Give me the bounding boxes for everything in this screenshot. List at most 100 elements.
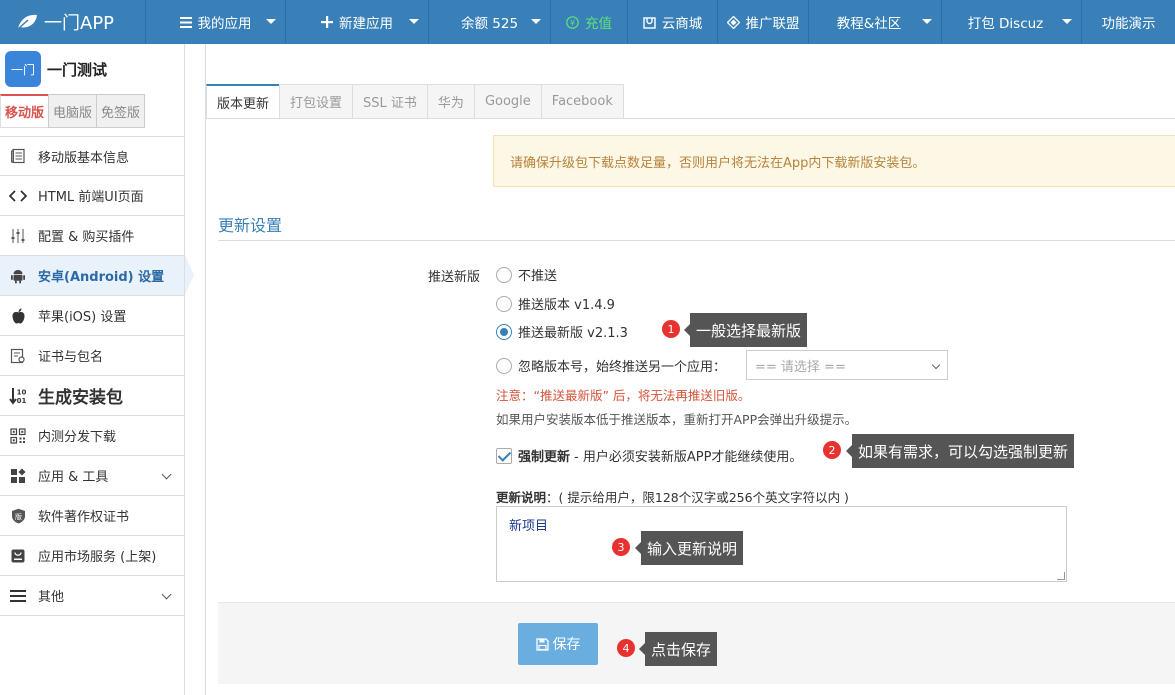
- sidebar-item-label: 苹果(iOS) 设置: [38, 310, 127, 325]
- sidebar-item-label: 安卓(Android) 设置: [38, 270, 165, 285]
- annotation-tooltip-2: 如果有需求，可以勾选强制更新: [845, 434, 1075, 468]
- chevron-down-icon: [161, 469, 172, 480]
- force-update-checkbox[interactable]: [496, 447, 512, 464]
- chevron-down-icon: [922, 19, 932, 24]
- sidebar-item-beta-distribution[interactable]: 内测分发下载: [0, 416, 184, 456]
- sidebar-item-label: 生成安装包: [38, 388, 123, 408]
- settings-tabs: 版本更新 打包设置 SSL 证书 华为 Google Facebook: [206, 84, 624, 119]
- certificate-icon: [9, 347, 27, 365]
- tab-facebook[interactable]: Facebook: [540, 84, 624, 119]
- tab-divider: [206, 118, 1175, 119]
- nav-demo[interactable]: 功能演示: [1082, 0, 1175, 44]
- radio-no-push[interactable]: 不推送: [496, 265, 557, 284]
- chevron-down-icon: [409, 19, 419, 24]
- sidebar-item-basic-info[interactable]: 移动版基本信息: [0, 136, 184, 176]
- nav-tutorial-community[interactable]: 教程&社区: [809, 0, 942, 44]
- plus-icon: [321, 16, 333, 28]
- chevron-down-icon: [531, 19, 541, 24]
- sidebar-item-label: 应用 & 工具: [38, 470, 109, 485]
- market-icon: [9, 547, 27, 565]
- svg-text:01: 01: [17, 397, 27, 405]
- annotation-badge-3: 3: [612, 538, 630, 556]
- app-name: 一门测试: [47, 60, 108, 79]
- sidebar-item-certificate[interactable]: 证书与包名: [0, 336, 184, 376]
- nav-new-app[interactable]: 新建应用: [286, 0, 429, 44]
- nav-my-apps[interactable]: 我的应用: [146, 0, 286, 44]
- code-icon: [9, 187, 27, 205]
- force-update-option[interactable]: 强制更新 - 用户必须安装新版APP才能继续使用。: [496, 446, 802, 465]
- tab-ssl-certificate[interactable]: SSL 证书: [352, 84, 428, 119]
- nav-affiliate-label: 推广联盟: [745, 16, 800, 32]
- radio-push-v149[interactable]: 推送版本 v1.4.9: [496, 294, 615, 313]
- sidebar-item-apps-tools[interactable]: 应用 & 工具: [0, 456, 184, 496]
- app-header: 一门 一门测试: [0, 44, 184, 94]
- tab-pack-settings[interactable]: 打包设置: [279, 84, 354, 119]
- android-icon: [9, 267, 27, 285]
- nav-cloud-store-label: 云商城: [661, 16, 703, 32]
- sidebar: 一门 一门测试 移动版 电脑版 免签版 移动版基本信息 HTML 前端UI页面 …: [0, 44, 194, 695]
- svg-text:版: 版: [15, 512, 22, 521]
- nav-pack-discuz[interactable]: 打包 Discuz: [942, 0, 1082, 44]
- sidebar-item-ios[interactable]: 苹果(iOS) 设置: [0, 296, 184, 336]
- description-label: 更新说明：( 提示给用户，限128个汉字或256个英文字符以内 ): [496, 487, 849, 506]
- radio-button[interactable]: [496, 266, 512, 283]
- store-icon: [643, 16, 656, 29]
- nav-recharge[interactable]: ¥ 充值: [551, 0, 628, 44]
- tab-mobile[interactable]: 移动版: [0, 94, 50, 128]
- nav-affiliate[interactable]: 推广联盟: [718, 0, 809, 44]
- sidebar-item-html-ui[interactable]: HTML 前端UI页面: [0, 176, 184, 216]
- nav-new-app-label: 新建应用: [339, 16, 393, 32]
- annotation-tooltip-4: 点击保存: [638, 632, 718, 666]
- radio-label: 推送版本 v1.4.9: [518, 298, 615, 313]
- chevron-down-icon: [161, 589, 172, 600]
- tab-unsigned[interactable]: 免签版: [96, 94, 146, 128]
- radio-push-latest[interactable]: 推送最新版 v2.1.3: [496, 322, 628, 341]
- svg-text:¥: ¥: [570, 18, 575, 27]
- annotation-badge-1: 1: [662, 320, 680, 338]
- description-label-hint: ：( 提示给用户，限128个汉字或256个英文字符以内 ): [546, 490, 849, 505]
- radio-button-selected[interactable]: [496, 323, 512, 340]
- update-description-textarea[interactable]: 新项目: [496, 506, 1067, 582]
- sidebar-item-market-service[interactable]: 应用市场服务 (上架): [0, 536, 184, 576]
- sidebar-item-label: HTML 前端UI页面: [38, 190, 144, 205]
- sidebar-item-android[interactable]: 安卓(Android) 设置: [0, 255, 194, 296]
- sidebar-item-label: 其他: [38, 590, 65, 605]
- apps-icon: [9, 467, 27, 485]
- app-icon: 一门: [5, 51, 41, 87]
- sidebar-item-other[interactable]: 其他: [0, 576, 184, 616]
- annotation-tooltip-1: 一般选择最新版: [683, 313, 808, 347]
- main-content: 版本更新 打包设置 SSL 证书 华为 Google Facebook 请确保升…: [205, 44, 1175, 695]
- resize-handle[interactable]: [1057, 572, 1065, 580]
- nav-tutorial-label: 教程&社区: [836, 16, 902, 32]
- yen-icon: ¥: [566, 15, 579, 29]
- sidebar-menu: 移动版基本信息 HTML 前端UI页面 配置 & 购买插件 安卓(Android…: [0, 136, 194, 616]
- save-button[interactable]: 保存: [518, 623, 598, 665]
- radio-label: 忽略版本号，始终推送另一个应用：: [518, 360, 727, 375]
- textarea-value: 新项目: [509, 519, 549, 534]
- sidebar-item-copyright[interactable]: 版 软件著作权证书: [0, 496, 184, 536]
- nav-my-apps-label: 我的应用: [197, 16, 252, 32]
- radio-button[interactable]: [496, 357, 512, 374]
- tab-desktop[interactable]: 电脑版: [48, 94, 98, 128]
- nav-cloud-store[interactable]: 云商城: [628, 0, 718, 44]
- annotation-tooltip-3: 输入更新说明: [634, 531, 744, 565]
- tab-huawei[interactable]: 华为: [426, 84, 475, 119]
- tab-version-update[interactable]: 版本更新: [206, 84, 281, 119]
- sidebar-item-build[interactable]: 10 01 生成安装包: [0, 376, 184, 416]
- document-icon: [9, 147, 27, 165]
- sidebar-item-label: 软件著作权证书: [38, 510, 130, 525]
- tab-google[interactable]: Google: [473, 84, 542, 119]
- chevron-down-icon: [266, 19, 276, 24]
- annotation-badge-2: 2: [823, 441, 841, 459]
- nav-balance[interactable]: 余额 525: [429, 0, 551, 44]
- logo[interactable]: 一门APP: [0, 0, 146, 44]
- select-placeholder: == 请选择 ==: [755, 359, 846, 375]
- radio-button[interactable]: [496, 295, 512, 312]
- apple-icon: [9, 307, 27, 325]
- other-app-select[interactable]: == 请选择 ==: [746, 350, 948, 380]
- description-label-bold: 更新说明: [496, 490, 547, 505]
- radio-push-other-app[interactable]: 忽略版本号，始终推送另一个应用：: [496, 356, 726, 375]
- sort-numeric-icon: 10 01: [9, 387, 27, 405]
- sidebar-item-plugins[interactable]: 配置 & 购买插件: [0, 216, 184, 256]
- sidebar-item-label: 移动版基本信息: [38, 150, 130, 166]
